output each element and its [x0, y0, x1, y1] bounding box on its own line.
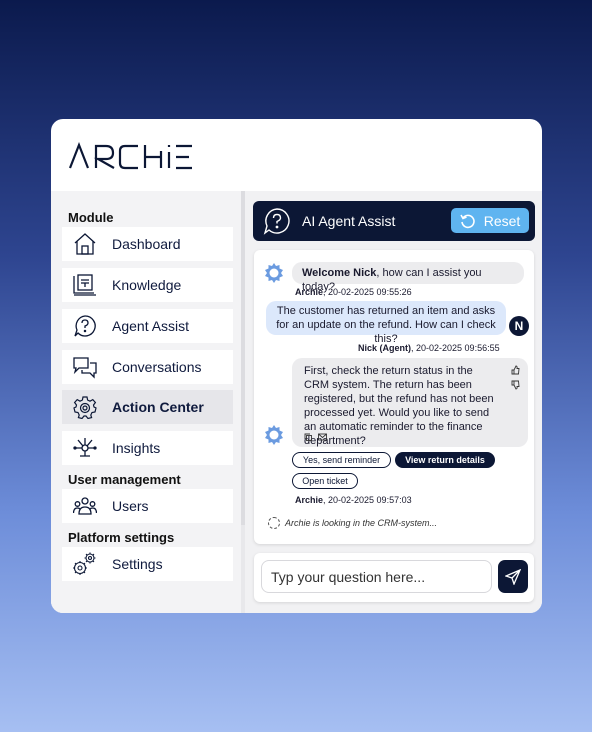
sidebar-item-label: Settings: [112, 556, 163, 572]
sidebar-item-agent-assist[interactable]: Agent Assist: [62, 309, 233, 343]
agent-assist-panel: AI Agent Assist Reset Welcome Nick, how …: [251, 191, 535, 613]
copy-icon[interactable]: [304, 433, 312, 441]
archie-avatar-icon: [264, 263, 284, 283]
status-text: Archie is looking in the CRM-system...: [285, 518, 438, 528]
content-area: Module Dashboard Knowledge Agent Assist: [51, 191, 542, 613]
feedback-actions: [511, 365, 520, 390]
user-message: The customer has returned an item and as…: [266, 301, 506, 345]
home-icon: [70, 230, 100, 258]
sidebar-item-label: Conversations: [112, 359, 202, 375]
reset-label: Reset: [483, 212, 521, 229]
section-title-platform-settings: Platform settings: [68, 530, 175, 545]
welcome-message: Welcome Nick, how can I assist you today…: [292, 262, 524, 293]
sidebar-item-label: Dashboard: [112, 236, 181, 252]
archie-logo: [68, 142, 193, 172]
gear-icon: [70, 393, 100, 421]
sidebar-item-label: Insights: [112, 440, 161, 456]
sidebar-item-insights[interactable]: Insights: [62, 431, 233, 465]
sidebar-item-dashboard[interactable]: Dashboard: [62, 227, 233, 261]
sidebar-item-label: Action Center: [112, 399, 204, 415]
bot-reply-text: First, check the return status in the CR…: [304, 365, 494, 447]
typing-status: Archie is looking in the CRM-system...: [268, 517, 437, 529]
sidebar: Module Dashboard Knowledge Agent Assist: [51, 191, 241, 613]
app-window: Module Dashboard Knowledge Agent Assist: [51, 119, 542, 613]
chat-panel: Welcome Nick, how can I assist you today…: [254, 250, 534, 544]
sidebar-divider: [241, 191, 245, 525]
sidebar-item-conversations[interactable]: Conversations: [62, 350, 233, 384]
input-panel: [254, 553, 534, 602]
sidebar-item-settings[interactable]: Settings: [62, 547, 233, 581]
section-title-user-management: User management: [68, 472, 181, 487]
section-title-module: Module: [68, 210, 114, 225]
gears-icon: [70, 550, 100, 578]
sidebar-item-label: Users: [112, 498, 149, 514]
assist-title: AI Agent Assist: [302, 213, 396, 229]
bot-reply: First, check the return status in the CR…: [292, 358, 528, 447]
quick-reply-send-reminder[interactable]: Yes, send reminder: [292, 452, 391, 468]
question-input[interactable]: [261, 560, 492, 593]
users-icon: [70, 492, 100, 520]
thumbs-up-icon[interactable]: [511, 365, 520, 375]
chat-bubbles-icon: [70, 353, 100, 381]
message-actions: [304, 433, 327, 441]
sidebar-item-label: Knowledge: [112, 277, 182, 293]
send-button[interactable]: [498, 560, 528, 593]
message-meta: Archie, 20-02-2025 09:55:26: [295, 287, 412, 297]
sidebar-item-knowledge[interactable]: Knowledge: [62, 268, 233, 302]
quick-reply-open-ticket[interactable]: Open ticket: [292, 473, 358, 489]
mail-icon[interactable]: [318, 433, 327, 441]
user-avatar: N: [509, 316, 529, 336]
message-meta: Archie, 20-02-2025 09:57:03: [295, 495, 412, 505]
sidebar-item-action-center[interactable]: Action Center: [62, 390, 233, 424]
archie-avatar-icon: [264, 425, 284, 445]
thumbs-down-icon[interactable]: [511, 380, 520, 390]
message-meta: Nick (Agent), 20-02-2025 09:56:55: [358, 343, 500, 353]
knowledge-icon: [70, 271, 100, 299]
refresh-icon: [460, 214, 475, 228]
sidebar-item-users[interactable]: Users: [62, 489, 233, 523]
question-bubble-icon: [70, 312, 100, 340]
send-icon: [505, 568, 521, 585]
reset-button[interactable]: Reset: [451, 208, 529, 233]
assist-header: AI Agent Assist Reset: [253, 201, 535, 241]
loading-spinner-icon: [268, 517, 280, 529]
sidebar-item-label: Agent Assist: [112, 318, 190, 334]
network-insights-icon: [70, 434, 100, 462]
question-bubble-icon: [263, 207, 291, 235]
sidebar-scrollbar[interactable]: [241, 525, 245, 613]
quick-reply-view-return-details[interactable]: View return details: [395, 452, 495, 468]
